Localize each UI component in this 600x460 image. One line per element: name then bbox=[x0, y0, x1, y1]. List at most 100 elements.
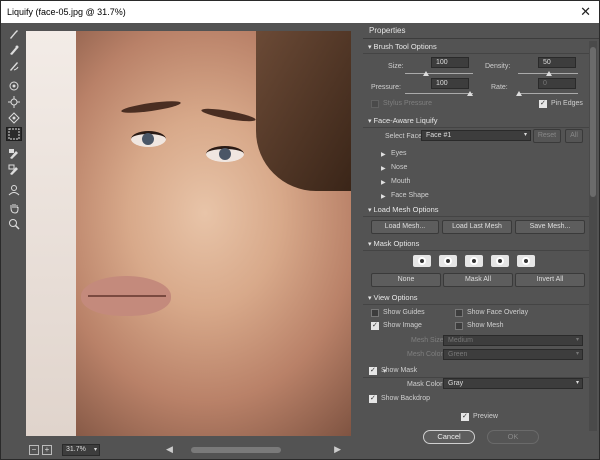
load-mesh-button[interactable]: Load Mesh... bbox=[371, 220, 439, 234]
portrait-photo bbox=[26, 31, 351, 436]
ok-button[interactable]: OK bbox=[487, 430, 539, 444]
reconstruct-tool-icon[interactable] bbox=[6, 43, 22, 57]
view-options-header[interactable]: View Options bbox=[363, 291, 589, 305]
mask-none-button[interactable]: None bbox=[371, 273, 441, 287]
stylus-pressure-label: Stylus Pressure bbox=[383, 100, 433, 107]
subtract-from-selection-icon[interactable] bbox=[465, 255, 483, 267]
nose-group[interactable]: Nose bbox=[391, 164, 407, 171]
mesh-size-label: Mesh Size: bbox=[411, 337, 446, 344]
show-mask-checkbox[interactable] bbox=[369, 366, 377, 375]
show-mesh-checkbox[interactable] bbox=[455, 322, 463, 330]
panel-scrollbar[interactable] bbox=[589, 41, 597, 431]
mesh-color-value: Green bbox=[448, 351, 468, 358]
density-slider[interactable] bbox=[518, 71, 578, 76]
mask-color-label: Mask Color: bbox=[407, 381, 445, 388]
show-image-checkbox[interactable] bbox=[371, 321, 379, 330]
zoom-in-button[interactable]: + bbox=[42, 445, 52, 455]
hand-tool-icon[interactable] bbox=[6, 201, 22, 215]
panel-title: Properties bbox=[363, 23, 599, 39]
select-face-value: Face #1 bbox=[426, 132, 452, 139]
zoom-out-button[interactable]: − bbox=[29, 445, 39, 455]
face-shape-group[interactable]: Face Shape bbox=[391, 192, 429, 199]
show-guides-label: Show Guides bbox=[383, 309, 425, 316]
rate-field[interactable]: 0 bbox=[538, 78, 576, 89]
add-to-selection-icon[interactable] bbox=[439, 255, 457, 267]
rate-slider-knob[interactable] bbox=[516, 91, 522, 96]
mesh-color-dropdown[interactable]: Green ▾ bbox=[443, 349, 583, 360]
title-bar: Liquify (face-05.jpg @ 31.7%) ✕ bbox=[1, 1, 599, 23]
pressure-slider[interactable] bbox=[405, 91, 473, 96]
pucker-tool-icon[interactable] bbox=[6, 95, 22, 109]
bloat-tool-icon[interactable] bbox=[6, 111, 22, 125]
status-bar: − + 31.7% ▾ ◀ ▶ bbox=[26, 442, 351, 458]
image-canvas[interactable] bbox=[26, 31, 351, 436]
brush-options-header[interactable]: Brush Tool Options bbox=[363, 40, 589, 54]
intersect-selection-icon[interactable] bbox=[491, 255, 509, 267]
chevron-down-icon: ▾ bbox=[523, 132, 527, 138]
pin-edges-checkbox[interactable] bbox=[539, 99, 547, 108]
load-last-mesh-button[interactable]: Load Last Mesh bbox=[442, 220, 512, 234]
scroll-thumb[interactable] bbox=[191, 447, 281, 453]
reset-button[interactable]: Reset bbox=[533, 129, 561, 143]
thaw-mask-tool-icon[interactable] bbox=[6, 163, 22, 177]
scroll-right-icon[interactable]: ▶ bbox=[334, 444, 341, 455]
pressure-slider-knob[interactable] bbox=[467, 91, 473, 96]
pressure-label: Pressure: bbox=[371, 84, 401, 91]
size-slider[interactable] bbox=[405, 71, 473, 76]
face-aware-header[interactable]: Face-Aware Liquify bbox=[363, 114, 589, 128]
select-face-label: Select Face: bbox=[385, 133, 424, 140]
window-title: Liquify (face-05.jpg @ 31.7%) bbox=[7, 7, 126, 17]
load-mesh-header[interactable]: Load Mesh Options bbox=[363, 203, 589, 217]
mesh-size-dropdown[interactable]: Medium ▾ bbox=[443, 335, 583, 346]
density-slider-knob[interactable] bbox=[546, 71, 552, 76]
select-face-dropdown[interactable]: Face #1 ▾ bbox=[421, 130, 531, 141]
expand-mouth-icon[interactable]: ▶ bbox=[381, 179, 386, 186]
smooth-tool-icon[interactable] bbox=[6, 59, 22, 73]
show-image-label: Show Image bbox=[383, 322, 422, 329]
expand-face-shape-icon[interactable]: ▶ bbox=[381, 193, 386, 200]
twirl-clockwise-tool-icon[interactable] bbox=[6, 79, 22, 93]
show-backdrop-checkbox[interactable] bbox=[369, 394, 377, 403]
preview-checkbox[interactable] bbox=[461, 412, 469, 421]
chevron-down-icon: ▾ bbox=[575, 351, 579, 357]
size-label: Size: bbox=[388, 63, 404, 70]
chevron-down-icon: ▾ bbox=[575, 380, 579, 386]
panel-scroll-thumb[interactable] bbox=[590, 47, 596, 197]
show-guides-checkbox[interactable] bbox=[371, 309, 379, 317]
mouth-group[interactable]: Mouth bbox=[391, 178, 410, 185]
rate-slider[interactable] bbox=[516, 91, 578, 96]
mask-all-button[interactable]: Mask All bbox=[443, 273, 513, 287]
close-icon[interactable]: ✕ bbox=[580, 4, 591, 20]
replace-selection-icon[interactable] bbox=[413, 255, 431, 267]
invert-all-button[interactable]: Invert All bbox=[515, 273, 585, 287]
pressure-field[interactable]: 100 bbox=[431, 78, 469, 89]
save-mesh-button[interactable]: Save Mesh... bbox=[515, 220, 585, 234]
expand-eyes-icon[interactable]: ▶ bbox=[381, 151, 386, 158]
properties-panel: Properties Brush Tool Options Size: 100 … bbox=[363, 23, 599, 459]
zoom-tool-icon[interactable] bbox=[6, 217, 22, 231]
density-field[interactable]: 50 bbox=[538, 57, 576, 68]
density-label: Density: bbox=[485, 63, 511, 70]
scroll-left-icon[interactable]: ◀ bbox=[166, 444, 173, 455]
size-field[interactable]: 100 bbox=[431, 57, 469, 68]
mesh-size-value: Medium bbox=[448, 337, 473, 344]
all-button[interactable]: All bbox=[565, 129, 583, 143]
show-face-overlay-label: Show Face Overlay bbox=[467, 309, 529, 316]
show-face-overlay-checkbox[interactable] bbox=[455, 309, 463, 317]
mask-color-dropdown[interactable]: Gray ▾ bbox=[443, 378, 583, 389]
stylus-pressure-checkbox[interactable] bbox=[371, 100, 379, 108]
face-tool-icon[interactable] bbox=[6, 183, 22, 197]
invert-selection-icon[interactable] bbox=[517, 255, 535, 267]
expand-nose-icon[interactable]: ▶ bbox=[381, 165, 386, 172]
mask-options-header[interactable]: Mask Options bbox=[363, 237, 589, 251]
eyes-group[interactable]: Eyes bbox=[391, 150, 407, 157]
size-slider-knob[interactable] bbox=[423, 71, 429, 76]
push-left-tool-icon[interactable] bbox=[6, 127, 22, 141]
freeze-mask-tool-icon[interactable] bbox=[6, 147, 22, 161]
cancel-button[interactable]: Cancel bbox=[423, 430, 475, 444]
zoom-value: 31.7% bbox=[66, 446, 86, 453]
forward-warp-tool-icon[interactable] bbox=[6, 27, 22, 41]
horizontal-scrollbar[interactable]: ◀ ▶ bbox=[166, 444, 341, 455]
mask-mode-buttons bbox=[413, 255, 543, 267]
zoom-select[interactable]: 31.7% ▾ bbox=[62, 444, 100, 456]
